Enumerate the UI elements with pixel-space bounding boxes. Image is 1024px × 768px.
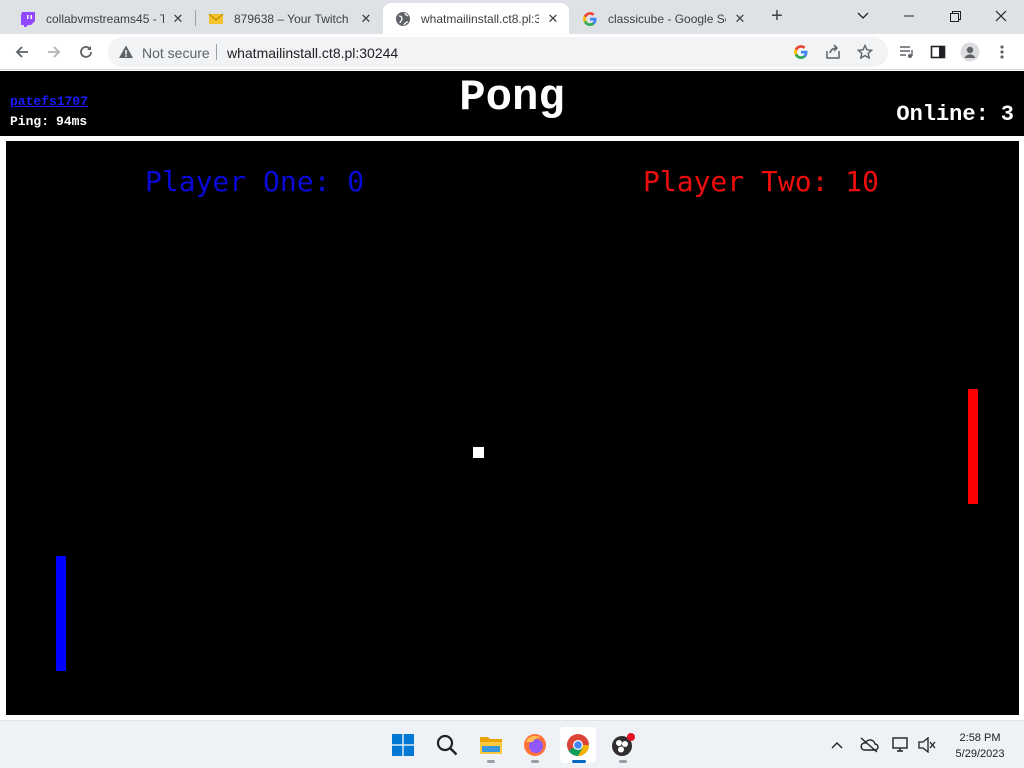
new-tab-button[interactable]: + — [766, 6, 788, 28]
firefox-icon — [524, 734, 546, 756]
file-explorer-icon — [480, 737, 502, 754]
player-one-score: Player One: 0 — [145, 165, 364, 198]
media-control-button[interactable] — [892, 38, 920, 66]
search-button[interactable] — [429, 727, 465, 763]
player-two-label: Player Two: — [643, 165, 829, 198]
online-value: 3 — [1000, 102, 1014, 127]
taskbar: 2:58 PM 5/29/2023 — [0, 720, 1024, 768]
close-window-button[interactable] — [978, 0, 1024, 32]
volume-button[interactable] — [917, 735, 937, 755]
online-count: Online: 3 — [896, 102, 1014, 127]
minimize-button[interactable] — [886, 0, 932, 32]
tab-search-button[interactable] — [840, 0, 886, 32]
forward-button[interactable] — [40, 38, 68, 66]
player-two-score-value: 10 — [845, 165, 880, 198]
tab-title: whatmailinstall.ct8.pl:3 — [421, 11, 539, 26]
obs-button[interactable] — [605, 727, 641, 763]
online-label: Online: — [896, 102, 989, 127]
active-indicator — [572, 760, 586, 763]
address-bar[interactable]: Not secure whatmailinstall.ct8.pl:30244 — [108, 37, 888, 67]
tab-twitch-mail[interactable]: 879638 – Your Twitch V ✕ — [196, 3, 382, 34]
chrome-button[interactable] — [560, 727, 596, 763]
search-icon — [436, 734, 458, 756]
left-paddle — [56, 556, 66, 671]
page-content: patefs1707 Ping: 94ms Pong Online: 3 Playe… — [0, 71, 1024, 720]
browser-toolbar: Not secure whatmailinstall.ct8.pl:30244 — [0, 34, 1024, 70]
side-panel-icon — [930, 45, 946, 59]
clock-date: 5/29/2023 — [955, 748, 1005, 760]
restore-button[interactable] — [932, 0, 978, 32]
tab-whatmailinstall[interactable]: whatmailinstall.ct8.pl:3 ✕ — [383, 3, 569, 34]
close-tab-icon[interactable]: ✕ — [545, 11, 561, 27]
reload-button[interactable] — [72, 38, 100, 66]
avatar-icon — [960, 42, 980, 62]
tab-title: classicube - Google Se — [608, 11, 726, 26]
side-panel-button[interactable] — [924, 38, 952, 66]
omnibox-divider — [216, 44, 217, 60]
file-explorer-button[interactable] — [473, 727, 509, 763]
close-tab-icon[interactable]: ✕ — [358, 11, 374, 27]
close-tab-icon[interactable]: ✕ — [732, 11, 748, 27]
show-hidden-icons-button[interactable] — [827, 735, 847, 755]
running-indicator — [531, 760, 539, 763]
firefox-button[interactable] — [517, 727, 553, 763]
back-arrow-icon — [15, 46, 28, 58]
cloud-offline-icon — [860, 737, 879, 753]
clock-time: 2:58 PM — [959, 732, 1001, 744]
chevron-down-icon — [857, 12, 869, 19]
start-icon — [392, 734, 414, 756]
share-icon[interactable] — [824, 43, 842, 61]
media-playlist-icon — [900, 46, 913, 58]
tab-title: collabvmstreams45 - Tw — [46, 11, 164, 26]
right-paddle — [968, 389, 978, 504]
ball — [473, 447, 484, 458]
clock[interactable]: 2:58 PM 5/29/2023 — [946, 730, 1014, 762]
chrome-icon — [567, 734, 589, 756]
reload-icon — [80, 46, 92, 58]
globe-icon — [395, 11, 411, 27]
chevron-up-icon — [831, 742, 843, 749]
mail-icon — [208, 11, 224, 27]
network-icon — [892, 737, 908, 752]
pong-court[interactable]: Player One: 0 Player Two: 10 — [6, 141, 1019, 715]
start-button[interactable] — [385, 727, 421, 763]
close-tab-icon[interactable]: ✕ — [170, 11, 186, 27]
game-header: patefs1707 Ping: 94ms Pong Online: 3 — [0, 71, 1024, 136]
twitch-icon — [20, 11, 36, 27]
player-one-label: Player One: — [145, 165, 331, 198]
forward-arrow-icon — [48, 46, 61, 58]
restore-icon — [949, 10, 961, 22]
player-one-score-value: 0 — [347, 165, 365, 198]
tab-collabvm[interactable]: collabvmstreams45 - Tw ✕ — [8, 3, 194, 34]
bookmark-star-icon[interactable] — [856, 43, 874, 61]
back-button[interactable] — [8, 38, 36, 66]
running-indicator — [487, 760, 495, 763]
network-button[interactable] — [891, 735, 911, 755]
tab-strip: collabvmstreams45 - Tw ✕ 879638 – Your T… — [0, 0, 1024, 34]
kebab-menu-icon — [1000, 45, 1004, 59]
google-lens-icon[interactable] — [792, 43, 810, 61]
security-label[interactable]: Not secure — [142, 45, 210, 61]
running-indicator — [619, 760, 627, 763]
url-text[interactable]: whatmailinstall.ct8.pl:30244 — [227, 45, 398, 61]
warning-icon[interactable] — [118, 44, 134, 65]
volume-muted-icon — [918, 737, 936, 753]
menu-button[interactable] — [988, 38, 1016, 66]
tab-title: 879638 – Your Twitch V — [234, 11, 352, 26]
page-title: Pong — [459, 73, 565, 123]
profile-button[interactable] — [956, 38, 984, 66]
tab-google-search[interactable]: classicube - Google Se ✕ — [570, 3, 756, 34]
onedrive-button[interactable] — [859, 735, 879, 755]
google-icon — [582, 11, 598, 27]
minimize-icon — [904, 15, 914, 17]
player-two-score: Player Two: 10 — [643, 165, 879, 198]
obs-icon — [612, 733, 635, 756]
close-icon — [995, 10, 1007, 22]
